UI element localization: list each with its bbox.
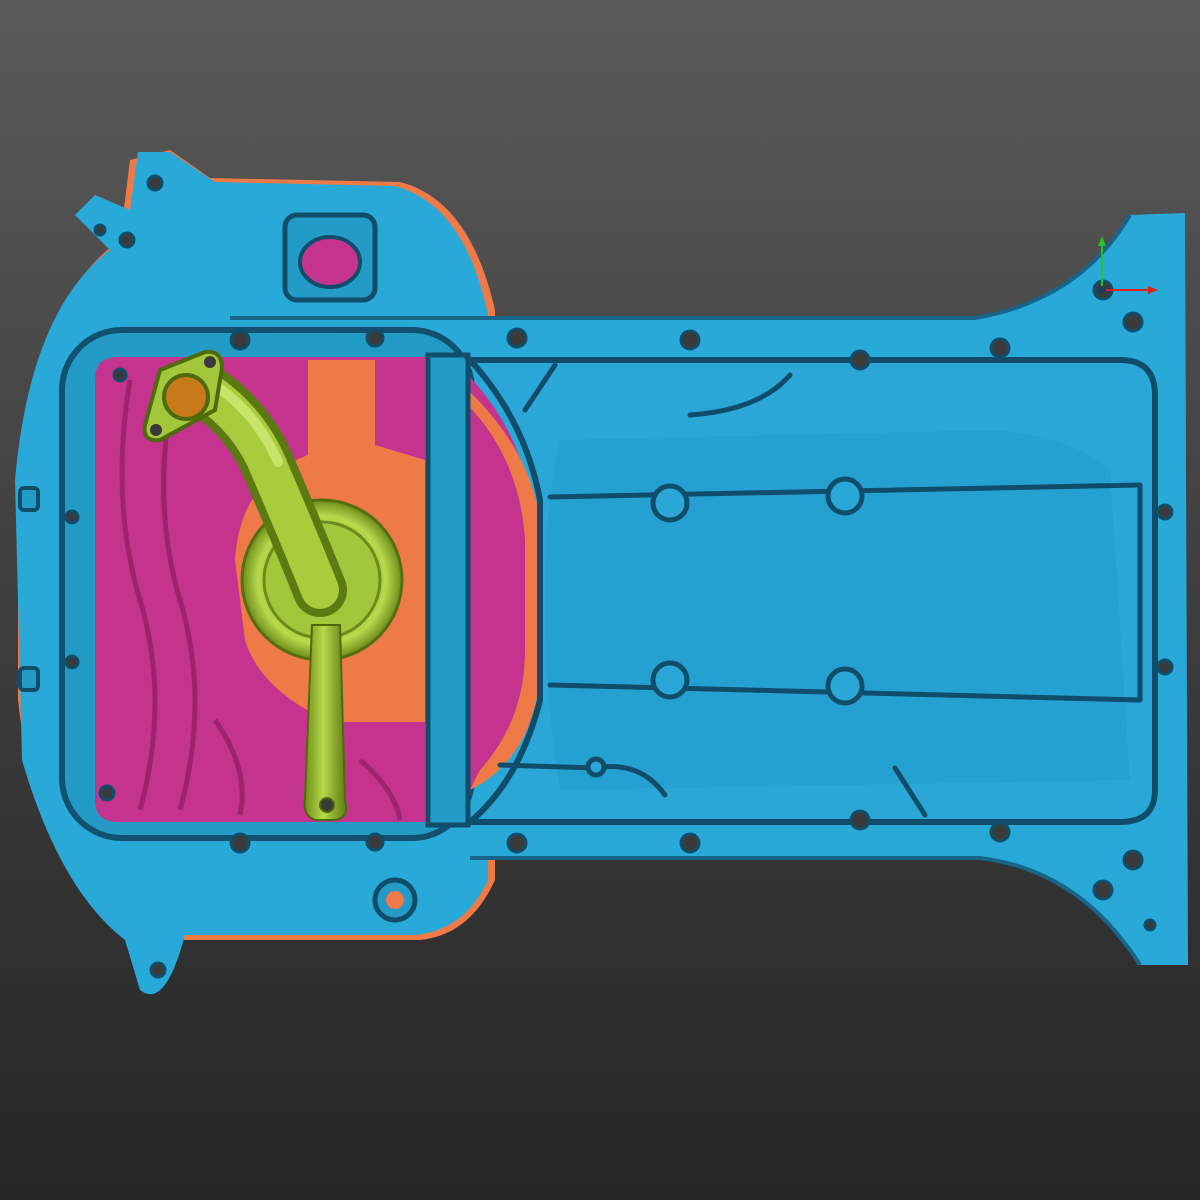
- axis-triad-gizmo: [1098, 236, 1158, 294]
- top-boss-opening: [298, 235, 362, 289]
- divider-wall: [425, 352, 471, 828]
- pickup-support-arm: [303, 624, 348, 821]
- pickup-flange-bolt-2: [150, 424, 162, 436]
- drain-plug: [386, 891, 404, 909]
- y-axis-arrow: [1098, 236, 1106, 246]
- x-axis-arrow: [1148, 286, 1158, 294]
- pickup-flange-bolt-1: [204, 356, 216, 368]
- 3d-viewport[interactable]: [0, 0, 1200, 1200]
- axis-origin: [1098, 286, 1106, 294]
- oil-pan-model[interactable]: [0, 0, 1200, 1200]
- pickup-support-eye: [319, 797, 335, 813]
- pickup-flange-port: [162, 373, 210, 421]
